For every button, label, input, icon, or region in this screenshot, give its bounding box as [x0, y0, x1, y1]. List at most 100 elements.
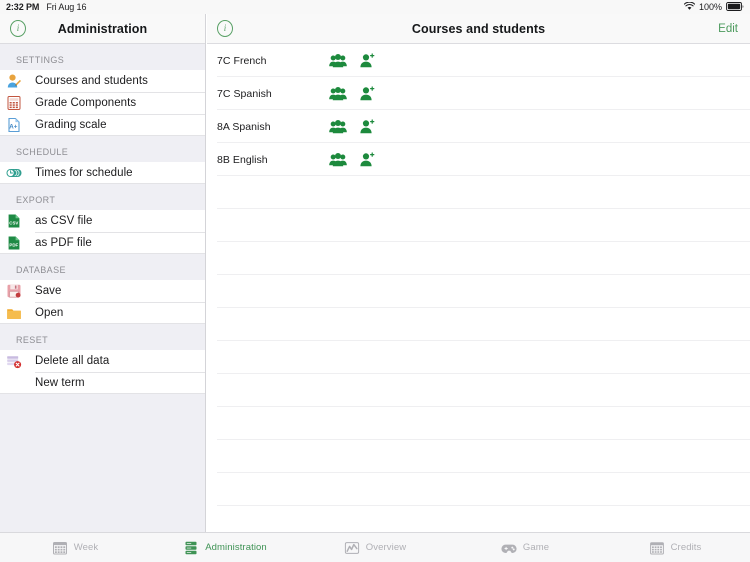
battery-full-icon: [726, 1, 744, 13]
sidebar-section-header: SETTINGS: [0, 44, 205, 70]
edit-button[interactable]: Edit: [718, 23, 738, 35]
svg-text:CSV: CSV: [9, 220, 18, 225]
sidebar-section-header: EXPORT: [0, 184, 205, 210]
sidebar-item-label: Courses and students: [35, 75, 148, 87]
teacher-person-icon: [6, 73, 22, 89]
empty-row: [207, 374, 750, 407]
empty-row: [207, 473, 750, 506]
calculator-grid-icon: [6, 95, 22, 111]
add-person-icon[interactable]: [354, 52, 380, 69]
group-people-icon[interactable]: [325, 53, 351, 69]
info-circle-icon: i: [10, 20, 26, 37]
empty-row: [207, 308, 750, 341]
course-name: 7C French: [217, 54, 267, 67]
sidebar-item-courses-and-students[interactable]: Courses and students: [0, 70, 205, 92]
table-row[interactable]: 7C French: [207, 44, 750, 77]
csv-file-icon: CSV: [6, 213, 22, 229]
empty-row: [207, 176, 750, 209]
table-row[interactable]: 8B English: [207, 143, 750, 176]
sidebar-section-rows: Delete all data New term: [0, 350, 205, 394]
sidebar-item-label: Open: [35, 306, 64, 319]
sidebar-section-rows: Save Open: [0, 280, 205, 324]
empty-row: [207, 242, 750, 275]
sidebar-item-new-term[interactable]: New term: [0, 372, 205, 394]
sidebar-item-times-for-schedule[interactable]: Times for schedule: [0, 162, 205, 184]
sidebar-item-label: Times for schedule: [35, 166, 133, 179]
add-person-icon[interactable]: [354, 118, 380, 135]
sidebar-section-header: DATABASE: [0, 254, 205, 280]
sidebar-item-as-csv-file[interactable]: CSV as CSV file: [0, 210, 205, 232]
detail-nav-bar: i Courses and students Edit: [207, 14, 750, 44]
tab-game[interactable]: Game: [450, 533, 600, 562]
empty-row: [207, 440, 750, 473]
status-bar-right: 100%: [683, 1, 744, 13]
info-circle-icon: i: [217, 20, 233, 37]
empty-row: [207, 341, 750, 374]
detail-info-button[interactable]: i: [217, 20, 233, 37]
tab-label: Credits: [670, 542, 702, 553]
tab-bar: Week Administration Overview Game Credits: [0, 532, 750, 562]
sidebar-info-button[interactable]: i: [10, 20, 26, 37]
table-row[interactable]: 7C Spanish: [207, 77, 750, 110]
sidebar-item-label: Grade Components: [35, 97, 137, 109]
sidebar-section-header: SCHEDULE: [0, 136, 205, 162]
sidebar-item-label: New term: [35, 376, 85, 389]
add-person-icon[interactable]: [354, 151, 380, 168]
tab-administration[interactable]: Administration: [150, 533, 300, 562]
sidebar-item-delete-all-data[interactable]: Delete all data: [0, 350, 205, 372]
calendar-grid-icon: [52, 540, 68, 556]
sidebar-section-rows: Times for schedule: [0, 162, 205, 184]
add-person-icon[interactable]: [354, 85, 380, 102]
sidebar-item-grade-components[interactable]: Grade Components: [0, 92, 205, 114]
sidebar-item-grading-scale[interactable]: A+ Grading scale: [0, 114, 205, 136]
sidebar-item-label: Delete all data: [35, 355, 110, 367]
tab-week[interactable]: Week: [0, 533, 150, 562]
sidebar-item-label: as PDF file: [35, 236, 92, 249]
courses-list: 7C French 7C Spanish 8A Spanish 8B English: [207, 44, 750, 532]
tab-label: Administration: [205, 542, 267, 553]
database-delete-icon: [6, 353, 22, 369]
status-bar: 2:32 PM Fri Aug 16 100%: [0, 0, 750, 14]
gamepad-icon: [501, 540, 517, 556]
battery-percent-label: 100%: [698, 2, 722, 12]
group-people-icon[interactable]: [325, 119, 351, 135]
table-row[interactable]: 8A Spanish: [207, 110, 750, 143]
status-date: Fri Aug 16: [46, 2, 87, 12]
app-root: 2:32 PM Fri Aug 16 100% i Administration…: [0, 0, 750, 562]
tab-overview[interactable]: Overview: [300, 533, 450, 562]
tab-label: Week: [73, 542, 99, 553]
empty-row: [207, 275, 750, 308]
sidebar-item-as-pdf-file[interactable]: PDF as PDF file: [0, 232, 205, 254]
floppy-disk-icon: [6, 283, 22, 299]
svg-text:A+: A+: [9, 123, 17, 130]
svg-text:PDF: PDF: [9, 242, 18, 247]
detail-title: Courses and students: [411, 21, 546, 36]
pdf-file-icon: PDF: [6, 235, 22, 251]
sidebar-item-open[interactable]: Open: [0, 302, 205, 324]
sidebar-item-label: Grading scale: [35, 118, 107, 131]
page-title: Administration: [57, 21, 148, 36]
group-people-icon[interactable]: [325, 86, 351, 102]
sidebar-panel: i Administration SETTINGS Courses and stu…: [0, 14, 206, 532]
document-a-plus-icon: A+: [6, 117, 22, 133]
line-chart-icon: [344, 540, 360, 556]
sidebar-section-rows: Courses and students Grade Components A+ Gr…: [0, 70, 205, 136]
empty-row: [207, 407, 750, 440]
empty-row: [207, 506, 750, 532]
tab-label: Overview: [365, 542, 407, 553]
sidebar-item-save[interactable]: Save: [0, 280, 205, 302]
no-icon: [6, 375, 22, 391]
calendar-icon: [649, 540, 665, 556]
clock-badge-icon: [6, 165, 22, 181]
tab-credits[interactable]: Credits: [600, 533, 750, 562]
group-people-icon[interactable]: [325, 152, 351, 168]
tab-label: Game: [522, 542, 550, 553]
sidebar-item-label: Save: [35, 285, 62, 297]
sidebar-nav-bar: i Administration: [0, 14, 205, 44]
wifi-icon: [683, 1, 696, 13]
course-name: 8B English: [217, 153, 268, 166]
status-time: 2:32 PM: [6, 2, 40, 12]
detail-panel: i Courses and students Edit 7C French 7C …: [207, 14, 750, 532]
server-stack-icon: [183, 540, 199, 556]
course-name: 7C Spanish: [217, 87, 272, 100]
